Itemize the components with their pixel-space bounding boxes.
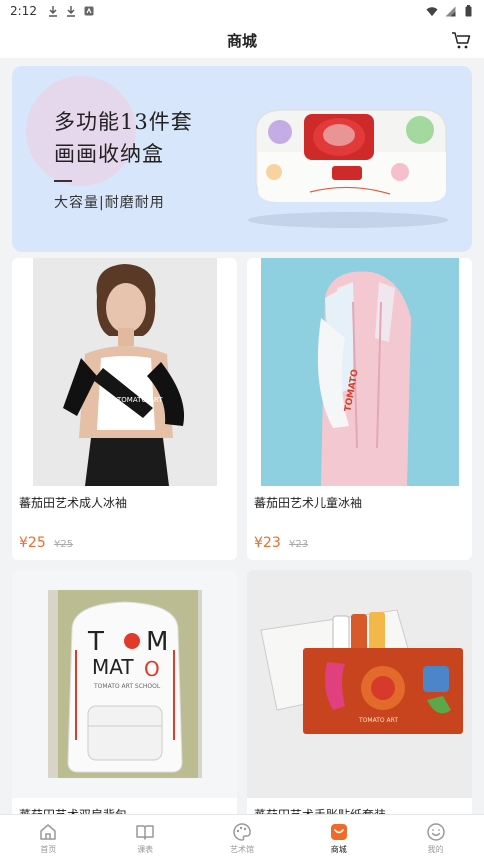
svg-text:T: T [87, 627, 104, 657]
product-image: TOMATO ART [247, 570, 472, 798]
book-icon [135, 822, 155, 842]
download-icon [65, 5, 77, 17]
svg-text:TOMATO ART: TOMATO ART [116, 396, 163, 404]
svg-text:MAT: MAT [92, 655, 134, 679]
product-card[interactable]: TOMATO ART 蕃茄田艺术手账贴纸套装 [247, 570, 472, 814]
tab-shop[interactable]: 商城 [290, 815, 387, 862]
svg-text:O: O [144, 657, 160, 681]
palette-icon [232, 822, 252, 842]
signal-icon [444, 5, 456, 17]
cart-icon[interactable] [450, 29, 472, 51]
tab-label: 首页 [40, 845, 57, 854]
svg-text:TOMATO ART: TOMATO ART [358, 717, 398, 724]
banner-subtitle: 大容量|耐磨耐用 [54, 195, 165, 211]
tab-label: 课表 [137, 845, 154, 854]
banner-headline: 多功能13件套 画画收纳盒 [54, 106, 193, 170]
product-image: T M MAT O TOMATO ART SCHOOL [12, 570, 237, 798]
product-card[interactable]: T M MAT O TOMATO ART SCHOOL 蕃茄田艺术双肩背包 [12, 570, 237, 814]
screen: 2:12 商城 多功能13件套 画画收纳盒 大容量|耐磨耐用 TOMATO AR… [0, 0, 484, 862]
product-price: ¥25 [19, 535, 46, 551]
storage-box-image [240, 102, 456, 228]
product-name: 蕃茄田艺术成人冰袖 [19, 496, 128, 510]
download-icon [47, 5, 59, 17]
tab-label: 我的 [427, 845, 444, 854]
product-original-price: ¥23 [289, 539, 309, 550]
bottom-tab-bar: 首页 课表 艺术馆 商城 我的 [0, 814, 484, 862]
app-header: 商城 [0, 22, 484, 58]
product-name: 蕃茄田艺术儿童冰袖 [254, 496, 363, 510]
tab-home[interactable]: 首页 [0, 815, 97, 862]
svg-text:TOMATO ART SCHOOL: TOMATO ART SCHOOL [93, 683, 161, 690]
tab-art-gallery[interactable]: 艺术馆 [194, 815, 291, 862]
product-image: TOMATO ART [12, 258, 237, 486]
product-image: TOMATO [247, 258, 472, 486]
wifi-icon [426, 5, 438, 17]
shop-content[interactable]: 多功能13件套 画画收纳盒 大容量|耐磨耐用 TOMATO ART 蕃茄田艺术成… [0, 58, 484, 814]
shop-icon [329, 822, 349, 842]
product-card[interactable]: TOMATO 蕃茄田艺术儿童冰袖 ¥23 ¥23 [247, 258, 472, 560]
promo-banner[interactable]: 多功能13件套 画画收纳盒 大容量|耐磨耐用 [12, 66, 472, 252]
banner-line1: 多功能13件套 [54, 110, 193, 134]
home-icon [38, 822, 58, 842]
product-card[interactable]: TOMATO ART 蕃茄田艺术成人冰袖 ¥25 ¥25 [12, 258, 237, 560]
smile-icon [426, 822, 446, 842]
battery-icon [462, 5, 474, 17]
banner-divider [54, 180, 72, 182]
product-name: 蕃茄田艺术手账贴纸套装 [254, 806, 386, 814]
tab-profile[interactable]: 我的 [387, 815, 484, 862]
notification-app-icon [83, 5, 95, 17]
tab-label: 商城 [330, 845, 347, 854]
product-name: 蕃茄田艺术双肩背包 [19, 806, 127, 814]
product-original-price: ¥25 [54, 539, 74, 550]
page-title: 商城 [226, 31, 257, 50]
status-time: 2:12 [10, 4, 37, 18]
tab-label: 艺术馆 [229, 845, 254, 854]
tab-schedule[interactable]: 课表 [97, 815, 194, 862]
banner-line2: 画画收纳盒 [54, 142, 164, 166]
product-price: ¥23 [254, 535, 281, 551]
svg-text:M: M [146, 627, 168, 657]
status-bar: 2:12 [0, 0, 484, 22]
